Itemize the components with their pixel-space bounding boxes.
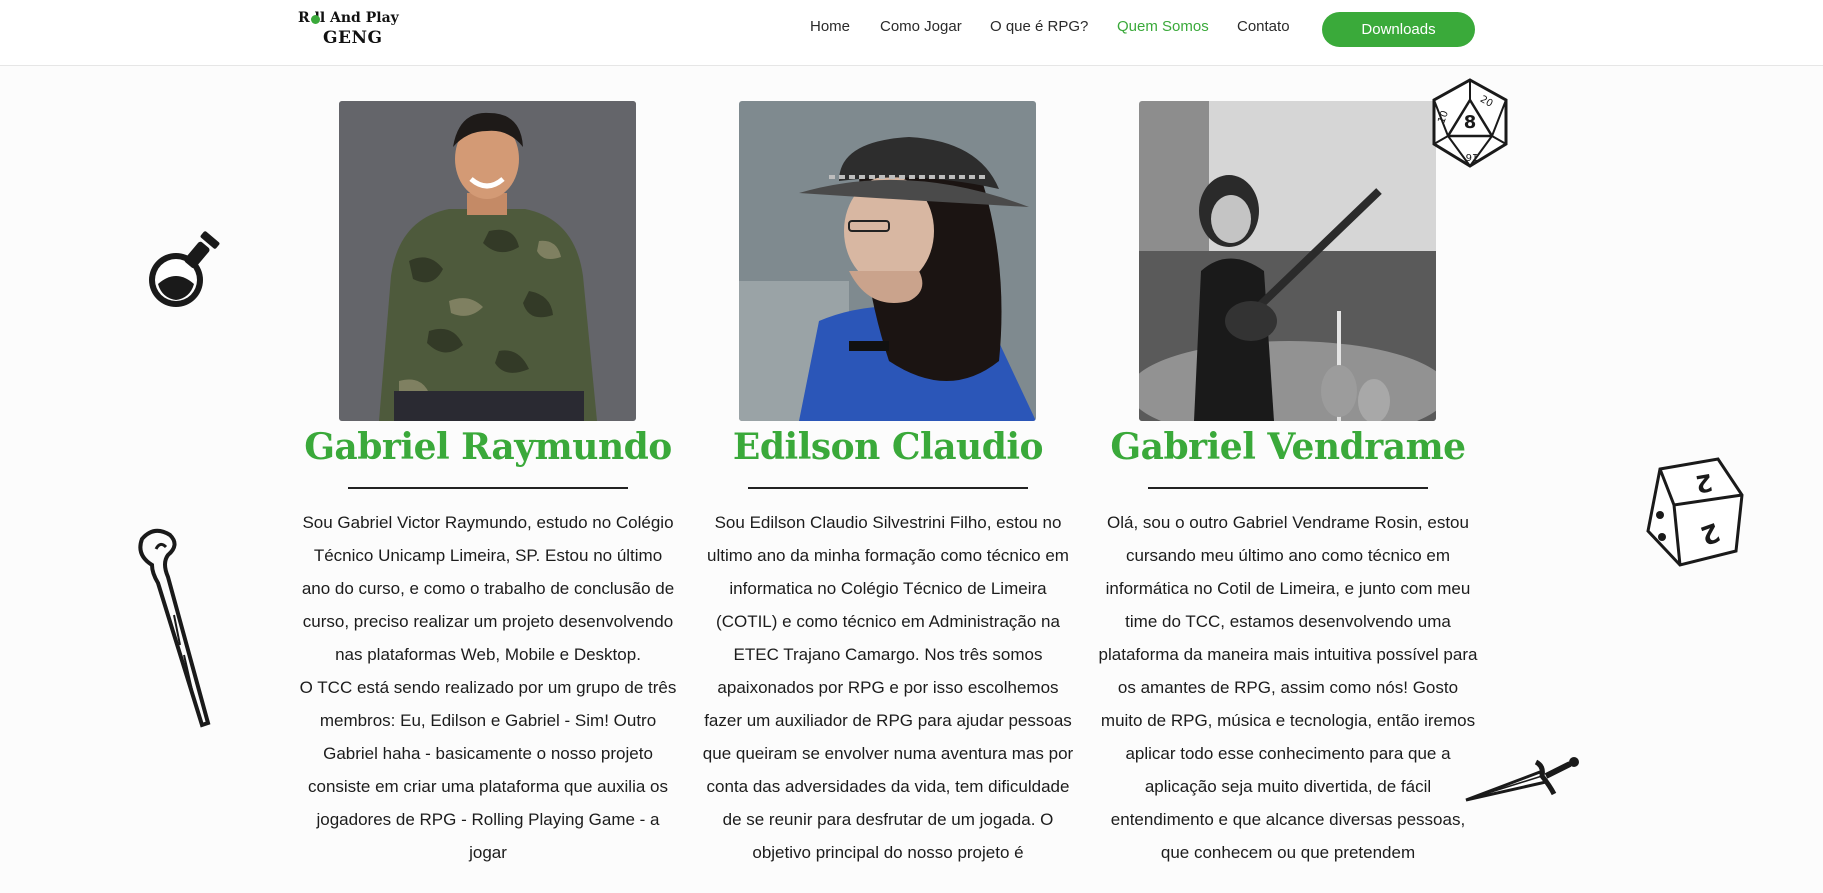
portrait-guitar-bw-image (1139, 101, 1436, 421)
nav-link-contato[interactable]: Contato (1237, 18, 1290, 35)
staff-icon (138, 528, 211, 728)
bio-paragraph: Sou Gabriel Victor Raymundo, estudo no C… (301, 513, 675, 664)
navbar: R ll And Play GENG Home Como Jogar O que… (0, 0, 1823, 66)
bio-paragraph: Olá, sou o outro Gabriel Vendrame Rosin,… (1098, 513, 1478, 862)
nav-link-quem-somos[interactable]: Quem Somos (1117, 18, 1209, 35)
d20-face-bottom: 16 (1466, 151, 1479, 162)
portrait-camo-shirt-image (339, 101, 636, 421)
name-divider (748, 487, 1028, 489)
name-divider (348, 487, 628, 489)
dagger-icon (1465, 757, 1579, 802)
potion-icon (149, 231, 220, 307)
member-name: Gabriel Raymundo (304, 426, 672, 468)
logo-subtitle: GENG (323, 28, 383, 48)
member-photo (339, 101, 636, 421)
member-photo (1139, 101, 1436, 421)
bio-paragraph: Sou Edilson Claudio Silvestrini Filho, e… (702, 513, 1074, 862)
nav-link-o-que-e-rpg[interactable]: O que é RPG? (990, 18, 1088, 35)
logo-dice-dot-icon (311, 15, 320, 24)
bio-paragraph: O TCC está sendo realizado por um grupo … (299, 678, 677, 862)
downloads-button[interactable]: Downloads (1322, 12, 1475, 47)
member-bio: Sou Edilson Claudio Silvestrini Filho, e… (698, 506, 1078, 869)
nav-link-como-jogar[interactable]: Como Jogar (880, 18, 962, 35)
d6-dice-icon: 2 2 (1646, 457, 1744, 567)
d20-face-main: 8 (1464, 112, 1477, 133)
member-name: Edilson Claudio (732, 426, 1044, 468)
member-bio: Sou Gabriel Victor Raymundo, estudo no C… (298, 506, 678, 869)
site-logo[interactable]: R ll And Play GENG (298, 8, 428, 50)
d20-dice-icon: 8 20 10 16 (1432, 78, 1508, 168)
nav-link-home[interactable]: Home (810, 18, 850, 35)
portrait-hat-long-hair-image (739, 101, 1036, 421)
member-bio: Olá, sou o outro Gabriel Vendrame Rosin,… (1098, 506, 1478, 869)
member-name: Gabriel Vendrame (1110, 426, 1466, 468)
member-photo (739, 101, 1036, 421)
name-divider (1148, 487, 1428, 489)
